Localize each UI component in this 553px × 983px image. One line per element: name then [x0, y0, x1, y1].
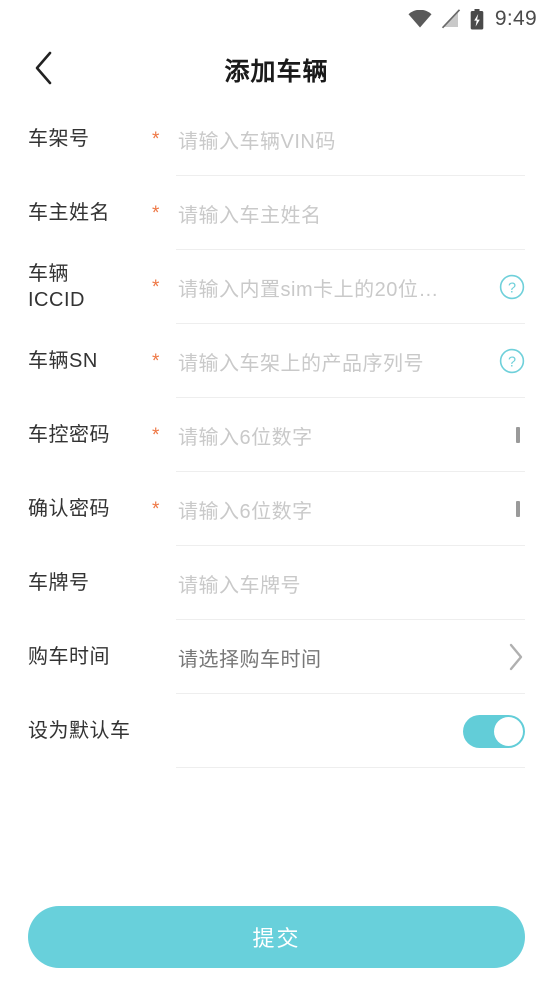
field-label: 确认密码 — [28, 498, 110, 520]
password-visibility-glyph — [516, 501, 520, 517]
form-row-purchase-date[interactable]: 购车时间 * 请选择购车时间 — [0, 620, 553, 694]
toggle-knob — [494, 716, 523, 746]
required-marker-placeholder: * — [152, 572, 178, 594]
field-wrapper: 请输入6位数字 — [178, 495, 525, 524]
field-label: 车辆SN — [28, 350, 98, 372]
field-label: 车辆 ICCID — [28, 263, 85, 311]
form-row-iccid: 车辆 ICCID * 请输入内置sim卡上的20位… ? — [0, 250, 553, 324]
required-marker: * — [152, 129, 160, 150]
status-bar: 9:49 — [0, 0, 553, 38]
field-label: 车架号 — [28, 128, 90, 150]
svg-text:?: ? — [508, 280, 516, 296]
field-wrapper: 请输入车主姓名 — [178, 199, 525, 228]
required-marker: * — [152, 351, 160, 372]
form-row-vin: 车架号 * 请输入车辆VIN码 — [0, 102, 553, 176]
default-vehicle-toggle[interactable] — [463, 714, 525, 748]
plate-number-input[interactable]: 请输入车牌号 — [178, 569, 525, 598]
required-marker: * — [152, 499, 160, 520]
sn-input[interactable]: 请输入车架上的产品序列号 — [178, 347, 491, 376]
submit-area: 提交 — [0, 906, 553, 968]
form-row-control-password: 车控密码 * 请输入6位数字 — [0, 398, 553, 472]
vin-input[interactable]: 请输入车辆VIN码 — [178, 125, 525, 154]
purchase-date-value[interactable]: 请选择购车时间 — [178, 643, 499, 672]
field-label: 购车时间 — [28, 646, 110, 668]
field-label: 车主姓名 — [28, 202, 110, 224]
password-visibility-icon[interactable] — [511, 501, 525, 517]
required-marker: * — [152, 277, 160, 298]
form-row-confirm-password: 确认密码 * 请输入6位数字 — [0, 472, 553, 546]
confirm-password-input[interactable]: 请输入6位数字 — [178, 495, 503, 524]
svg-text:?: ? — [508, 354, 516, 370]
form-row-plate-number: 车牌号 * 请输入车牌号 — [0, 546, 553, 620]
help-icon[interactable]: ? — [499, 348, 525, 374]
password-visibility-glyph — [516, 427, 520, 443]
field-wrapper: 请输入车辆VIN码 — [178, 125, 525, 154]
status-time: 9:49 — [494, 7, 537, 30]
wifi-icon — [408, 10, 432, 28]
form-row-owner-name: 车主姓名 * 请输入车主姓名 — [0, 176, 553, 250]
field-label: 设为默认车 — [28, 720, 131, 742]
help-icon[interactable]: ? — [499, 274, 525, 300]
chevron-left-icon — [34, 51, 54, 90]
signal-off-icon — [441, 9, 461, 29]
field-wrapper: 请输入6位数字 — [178, 421, 525, 450]
battery-charging-icon — [470, 8, 484, 30]
password-visibility-icon[interactable] — [511, 427, 525, 443]
submit-button[interactable]: 提交 — [28, 906, 525, 968]
owner-name-input[interactable]: 请输入车主姓名 — [178, 199, 525, 228]
row-separator — [176, 767, 525, 768]
iccid-input[interactable]: 请输入内置sim卡上的20位… — [178, 273, 491, 302]
required-marker-placeholder: * — [152, 646, 178, 668]
form-row-default-vehicle: 设为默认车 — [0, 694, 553, 768]
form-row-sn: 车辆SN * 请输入车架上的产品序列号 ? — [0, 324, 553, 398]
control-password-input[interactable]: 请输入6位数字 — [178, 421, 503, 450]
field-wrapper: 请选择购车时间 — [178, 642, 525, 672]
back-button[interactable] — [24, 50, 64, 90]
required-marker: * — [152, 203, 160, 224]
field-wrapper: 请输入车架上的产品序列号 ? — [178, 347, 525, 376]
field-wrapper: 请输入内置sim卡上的20位… ? — [178, 273, 525, 302]
chevron-right-icon[interactable] — [507, 642, 525, 672]
required-marker: * — [152, 425, 160, 446]
field-label: 车牌号 — [28, 572, 90, 594]
field-wrapper: 请输入车牌号 — [178, 569, 525, 598]
app-screen: 9:49 添加车辆 车架号 * 请输入车辆VIN码 车主姓名 * 请输入车主姓名… — [0, 0, 553, 983]
title-bar: 添加车辆 — [0, 38, 553, 102]
vehicle-form: 车架号 * 请输入车辆VIN码 车主姓名 * 请输入车主姓名 车辆 ICCID *… — [0, 102, 553, 768]
field-label: 车控密码 — [28, 424, 110, 446]
page-title: 添加车辆 — [224, 58, 329, 86]
